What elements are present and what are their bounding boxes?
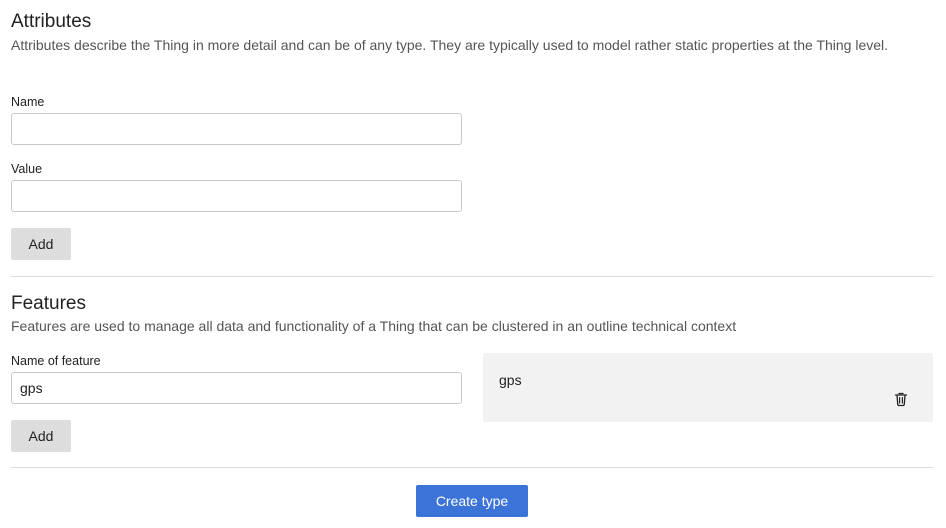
feature-name-label: Name of feature (11, 354, 101, 368)
feature-name-input[interactable] (11, 372, 462, 404)
attribute-value-label: Value (11, 162, 43, 176)
attributes-description: Attributes describe the Thing in more de… (11, 37, 889, 53)
feature-item-name: gps (499, 372, 522, 388)
attribute-value-input[interactable] (11, 180, 462, 212)
thing-type-form: Attributes Attributes describe the Thing… (0, 0, 946, 528)
features-title: Features (11, 293, 86, 314)
add-attribute-button[interactable]: Add (11, 228, 71, 260)
features-description: Features are used to manage all data and… (11, 318, 737, 334)
add-feature-button[interactable]: Add (11, 420, 71, 452)
attribute-name-label: Name (11, 95, 45, 109)
attribute-name-input[interactable] (11, 113, 462, 145)
section-divider (11, 276, 933, 277)
attributes-title: Attributes (11, 11, 92, 32)
feature-item: gps (483, 353, 933, 422)
footer-divider (11, 467, 933, 468)
create-type-button[interactable]: Create type (416, 485, 528, 517)
trash-icon[interactable] (893, 391, 909, 407)
